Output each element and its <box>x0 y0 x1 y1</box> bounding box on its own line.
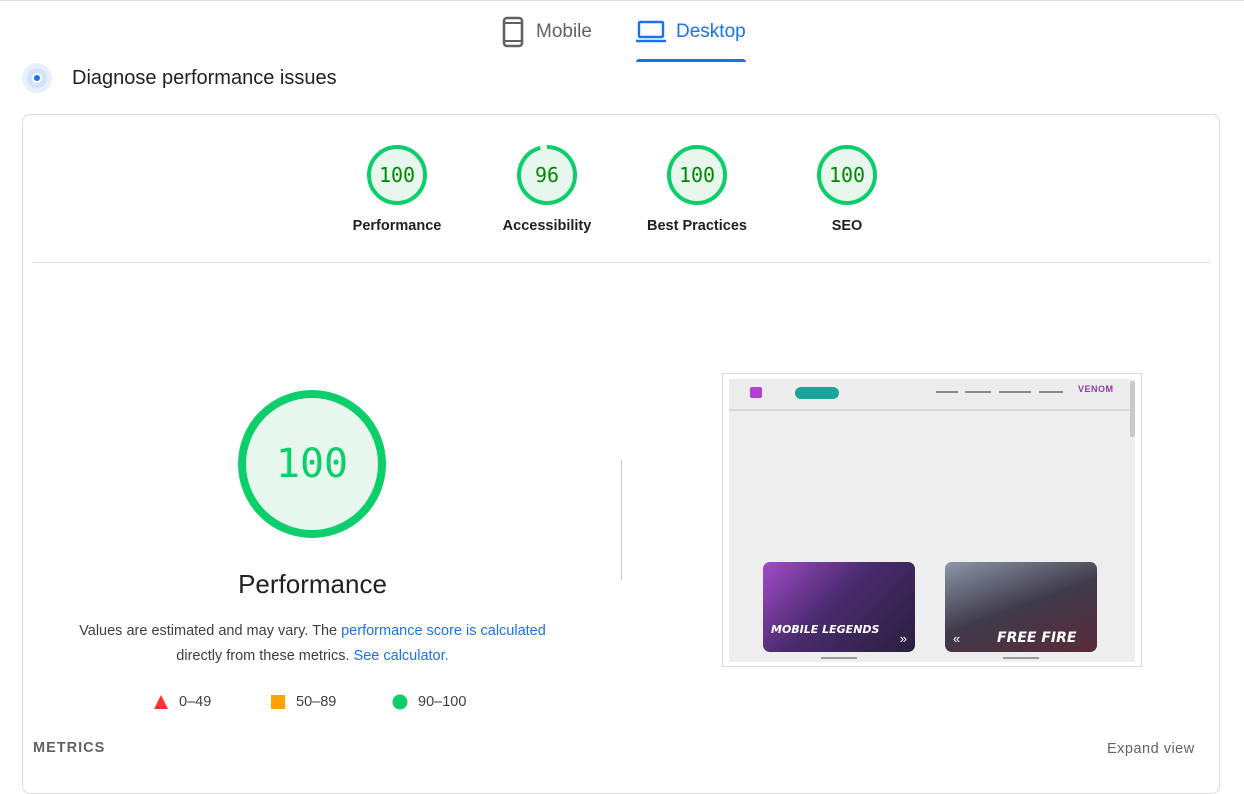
expand-view-toggle[interactable]: Expand view <box>1107 741 1195 757</box>
screenshot-caption <box>821 657 857 659</box>
screenshot-navbar: VENOM <box>729 379 1129 411</box>
square-icon <box>271 695 285 709</box>
gauge-score: 100 <box>679 163 715 187</box>
screenshot-logo: VENOM <box>1078 384 1114 394</box>
legend-pass: 90–100 <box>392 690 466 714</box>
performance-description: Values are estimated and may vary. The p… <box>50 619 575 669</box>
screenshot-caption <box>1003 657 1039 659</box>
laptop-icon <box>636 20 666 43</box>
diagnose-icon <box>22 63 52 93</box>
gauge-performance[interactable]: 100 Performance <box>337 144 457 234</box>
score-calculated-link[interactable]: performance score is calculated <box>341 623 546 639</box>
screenshot-nav-link <box>1039 391 1063 393</box>
chevron-left-icon: « <box>953 631 961 646</box>
desc-text-1: Values are estimated and may vary. The <box>79 623 342 639</box>
performance-title: Performance <box>238 569 387 599</box>
legend-fail: 0–49 <box>153 690 211 714</box>
active-tab-indicator <box>636 59 746 62</box>
screenshot-page: VENOM MOBILE LEGENDS » FREE FIRE « <box>729 379 1135 662</box>
triangle-icon <box>154 695 168 709</box>
gauge-seo[interactable]: 100 SEO <box>787 144 907 234</box>
screenshot-nav-link <box>999 391 1031 393</box>
gauge-divider <box>33 262 1210 263</box>
gauge-label: Best Practices <box>647 218 747 234</box>
cart-icon <box>750 387 762 398</box>
category-gauges: 100 Performance 96 Accessibility 100 Bes… <box>0 144 1244 244</box>
screenshot-game-card-left: MOBILE LEGENDS » <box>763 562 915 652</box>
vertical-divider <box>621 460 622 580</box>
game-title-right: FREE FIRE <box>997 630 1077 646</box>
section-title: Diagnose performance issues <box>72 67 337 89</box>
gauge-label: Performance <box>352 218 442 234</box>
phone-icon <box>502 16 524 48</box>
see-calculator-link[interactable]: See calculator. <box>354 648 449 664</box>
screenshot-nav-link <box>965 391 991 393</box>
gauge-best-practices[interactable]: 100 Best Practices <box>637 144 757 234</box>
tab-desktop[interactable]: Desktop <box>636 14 746 62</box>
gauge-score: 96 <box>535 163 559 187</box>
best-practices-gauge-ring: 100 <box>667 145 727 205</box>
metrics-heading: METRICS <box>33 740 106 756</box>
top-border <box>0 0 1244 1</box>
desc-text-2: directly from these metrics. <box>176 648 354 664</box>
gauge-score: 100 <box>379 163 415 187</box>
performance-score: 100 <box>276 441 348 487</box>
accessibility-gauge-ring: 96 <box>517 145 577 205</box>
gauge-label: SEO <box>831 218 863 234</box>
screenshot-scrollbar <box>1130 381 1135 437</box>
tab-mobile[interactable]: Mobile <box>500 14 592 62</box>
screenshot-cta-button <box>795 387 839 399</box>
legend-fail-range: 0–49 <box>179 694 212 710</box>
tab-desktop-label: Desktop <box>676 21 746 42</box>
performance-big-gauge: 100 <box>238 390 386 538</box>
screenshot-nav-link <box>936 391 958 393</box>
gauge-score: 100 <box>829 163 865 187</box>
circle-icon <box>392 694 408 710</box>
seo-gauge-ring: 100 <box>817 145 877 205</box>
screenshot-game-card-right: FREE FIRE « <box>945 562 1097 652</box>
legend-average-range: 50–89 <box>296 694 337 710</box>
chevron-right-icon: » <box>899 631 907 646</box>
final-screenshot[interactable]: VENOM MOBILE LEGENDS » FREE FIRE « <box>722 373 1142 667</box>
legend-average: 50–89 <box>270 690 336 714</box>
performance-gauge-ring: 100 <box>367 145 427 205</box>
gauge-accessibility[interactable]: 96 Accessibility <box>487 144 607 234</box>
tab-mobile-label: Mobile <box>536 21 592 42</box>
gauge-label: Accessibility <box>502 218 592 234</box>
legend-pass-range: 90–100 <box>418 694 467 710</box>
game-title-left: MOBILE LEGENDS <box>771 623 880 636</box>
